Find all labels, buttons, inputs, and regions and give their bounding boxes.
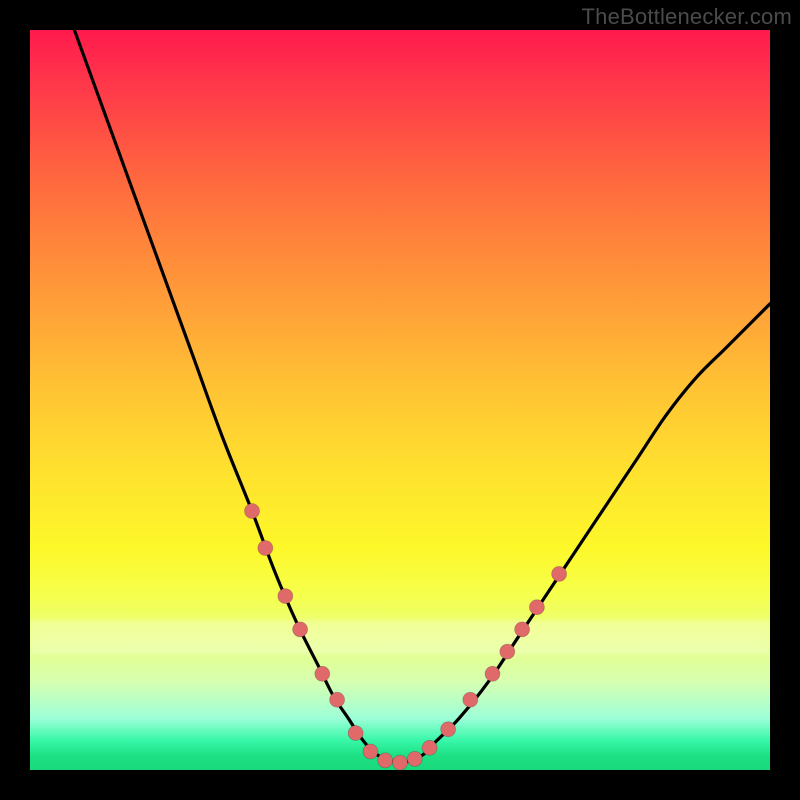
data-marker xyxy=(393,755,408,770)
data-marker xyxy=(500,644,515,659)
data-marker xyxy=(441,722,456,737)
chart-frame: TheBottlenecker.com xyxy=(0,0,800,800)
data-marker xyxy=(258,541,273,556)
data-marker xyxy=(348,726,363,741)
plot-area xyxy=(30,30,770,770)
data-marker xyxy=(485,666,500,681)
chart-svg xyxy=(30,30,770,770)
data-marker xyxy=(315,666,330,681)
bottleneck-curve-line xyxy=(74,30,770,763)
data-marker xyxy=(245,504,260,519)
data-marker xyxy=(278,589,293,604)
data-marker xyxy=(378,753,393,768)
data-marker xyxy=(407,751,422,766)
data-marker xyxy=(463,692,478,707)
data-marker xyxy=(363,744,378,759)
watermark-text: TheBottlenecker.com xyxy=(582,4,792,30)
data-marker xyxy=(515,622,530,637)
data-marker xyxy=(330,692,345,707)
data-marker xyxy=(552,566,567,581)
data-marker xyxy=(529,600,544,615)
data-marker xyxy=(293,622,308,637)
data-marker xyxy=(422,740,437,755)
